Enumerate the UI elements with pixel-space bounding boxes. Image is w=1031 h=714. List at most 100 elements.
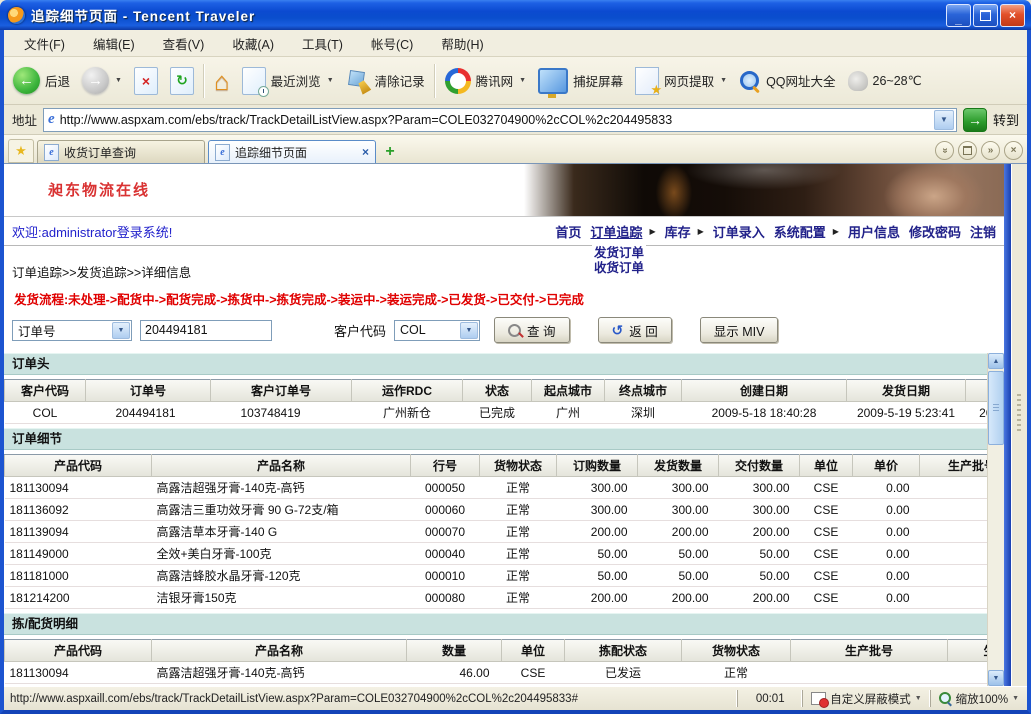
tab[interactable]: e 追踪细节页面 ×	[208, 140, 376, 163]
table-cell: CSE	[502, 662, 565, 684]
web-extract-button[interactable]: 网页提取 ▼	[632, 65, 730, 97]
stop-button[interactable]: ×	[131, 65, 161, 97]
minimize-button[interactable]: _	[946, 4, 971, 27]
query-label: 查 询	[527, 321, 555, 340]
order-header-section-title: 订单头	[4, 353, 987, 375]
address-bar: 地址 e http://www.aspxam.com/ebs/track/Tra…	[4, 105, 1027, 135]
table-cell: 0.00	[853, 521, 920, 543]
menu-item[interactable]: 工具(T)	[288, 31, 357, 56]
table-row[interactable]: 181130094高露洁超强牙膏-140克-高钙254.00CSE已发运正常20…	[5, 684, 1005, 687]
chevron-down-icon: ▼	[940, 115, 948, 124]
table-row[interactable]: 181181000高露洁蜂胶水晶牙膏-120克000010正常50.0050.0…	[5, 565, 1005, 587]
close-tab-button[interactable]: ×	[1004, 141, 1023, 160]
table-cell: 正常	[682, 662, 791, 684]
nav-item-label: 系统配置	[774, 222, 826, 241]
menu-item[interactable]: 收藏(A)	[218, 31, 288, 56]
tabs: e 收货订单查询 × e 追踪细节页面 ×	[37, 140, 376, 163]
recent-history-button[interactable]: 最近浏览 ▼	[239, 65, 337, 97]
menu-item[interactable]: 文件(F)	[10, 31, 79, 56]
scroll-up-button[interactable]: ▲	[988, 353, 1004, 369]
query-button[interactable]: 查 询	[494, 317, 569, 343]
address-input[interactable]: e http://www.aspxam.com/ebs/track/TrackD…	[43, 108, 957, 132]
table-cell: 正常	[480, 477, 557, 499]
recent-history-icon	[242, 67, 266, 95]
stop-icon: ×	[134, 67, 158, 95]
chevrons-right-icon: »	[988, 145, 994, 156]
customer-code-select[interactable]: COL ▼	[394, 320, 480, 341]
search-icon	[739, 70, 761, 92]
go-button[interactable]: →	[963, 108, 987, 132]
return-button[interactable]: ↺ 返 回	[598, 317, 672, 343]
order-number-input[interactable]	[140, 320, 272, 341]
table-row[interactable]: 181139094高露洁草本牙膏-140 G000070正常200.00200.…	[5, 521, 1005, 543]
restore-button[interactable]	[973, 4, 998, 27]
column-header: 终点城市	[605, 380, 682, 402]
popup-block-mode[interactable]: 自定义屏蔽模式 ▼	[802, 690, 929, 707]
table-row[interactable]: 181214200洁银牙膏150克000080正常200.00200.00200…	[5, 587, 1005, 609]
table-cell: 204494181	[86, 402, 211, 424]
refresh-button[interactable]: ↻	[167, 65, 197, 97]
nav-item[interactable]: 订单追踪 ▶	[590, 222, 655, 241]
table-cell: 已发运	[565, 662, 682, 684]
tencent-site-button[interactable]: 腾讯网 ▼	[442, 66, 529, 96]
table-cell: 181130094	[5, 684, 152, 687]
table-cell: 50.00	[638, 565, 719, 587]
table-row[interactable]: 181130094高露洁超强牙膏-140克-高钙000050正常300.0030…	[5, 477, 1005, 499]
nav-item[interactable]: 库存 ▶	[665, 222, 704, 241]
capture-screen-button[interactable]: 捕捉屏幕	[535, 66, 626, 96]
scrollbar-track[interactable]	[988, 369, 1004, 670]
zoom-control[interactable]: 缩放100% ▼	[930, 690, 1027, 707]
nav-item[interactable]: 用户信息	[848, 222, 900, 241]
search-field-select[interactable]: 订单号 ▼	[12, 320, 132, 341]
table-row[interactable]: 181130094高露洁超强牙膏-140克-高钙46.00CSE已发运正常200…	[5, 662, 1005, 684]
side-rail	[1004, 164, 1027, 686]
menu-item[interactable]: 编辑(E)	[79, 31, 149, 56]
nav-item[interactable]: 系统配置 ▶	[774, 222, 839, 241]
submenu-item[interactable]: 发货订单	[594, 246, 644, 261]
vertical-scrollbar[interactable]: ▲ ▼	[987, 353, 1004, 686]
block-mode-label: 自定义屏蔽模式	[830, 691, 911, 707]
submenu-item[interactable]: 收货订单	[594, 261, 644, 276]
table-cell: 200.00	[638, 587, 719, 609]
qq-sites-button[interactable]: QQ网址大全	[736, 68, 838, 94]
breadcrumb: 订单追踪>>发货追踪>>详细信息	[12, 262, 1004, 281]
scrollbar-thumb[interactable]	[988, 371, 1004, 445]
side-panel-handle[interactable]	[1011, 164, 1027, 686]
clear-history-button[interactable]: 清除记录	[343, 67, 428, 95]
nav-item[interactable]: 注销	[970, 222, 996, 241]
tab[interactable]: e 收货订单查询 ×	[37, 140, 205, 163]
nav-item[interactable]: 修改密码	[909, 222, 961, 241]
weather-widget[interactable]: 26~28℃	[845, 69, 925, 93]
menu-item[interactable]: 帮助(H)	[427, 31, 497, 56]
table-row[interactable]: 181149000全效+美白牙膏-100克000040正常50.0050.005…	[5, 543, 1005, 565]
forward-dropdown-icon[interactable]: ▼	[115, 77, 122, 84]
window-mode-button[interactable]	[958, 141, 977, 160]
show-miv-button[interactable]: 显示 MIV	[700, 317, 779, 343]
menu-item[interactable]: 查看(V)	[149, 31, 219, 56]
close-button[interactable]: ×	[1000, 4, 1025, 27]
tab-close-icon[interactable]: ×	[362, 145, 369, 159]
nav-item[interactable]: 订单录入	[713, 222, 765, 241]
favorites-button[interactable]: ★	[8, 139, 34, 163]
scroll-down-button[interactable]: ▼	[988, 670, 1004, 686]
table-cell: CSE	[800, 543, 853, 565]
extract-dropdown-icon[interactable]: ▼	[720, 77, 727, 84]
up-arrow-icon: ▲	[993, 358, 1000, 365]
address-dropdown-button[interactable]: ▼	[934, 110, 954, 130]
back-button[interactable]: ← 后退	[10, 65, 73, 96]
table-row[interactable]: COL204494181103748419广州新仓已完成广州深圳2009-5-1…	[5, 402, 1005, 424]
order-header-table: 客户代码订单号客户订单号运作RDC状态起点城市终点城市创建日期发货日期交付日期C…	[4, 379, 1004, 424]
close-icon: ×	[1011, 145, 1017, 156]
recent-dropdown-icon[interactable]: ▼	[327, 77, 334, 84]
menu-item[interactable]: 帐号(C)	[357, 31, 427, 56]
home-button[interactable]: ⌂	[211, 66, 233, 96]
table-row[interactable]: 181136092高露洁三重功效牙膏 90 G-72支/箱000060正常300…	[5, 499, 1005, 521]
minimize-icon: _	[955, 12, 962, 26]
new-tab-button[interactable]: +	[379, 141, 401, 163]
nav-item[interactable]: 首页	[555, 222, 581, 241]
forward-button[interactable]: → ▼	[79, 65, 125, 96]
tab-list-button[interactable]: »	[935, 141, 954, 160]
tencent-dropdown-icon[interactable]: ▼	[519, 77, 526, 84]
tab-scroll-button[interactable]: »	[981, 141, 1000, 160]
title-bar[interactable]: 追踪细节页面 - Tencent Traveler _ ×	[0, 0, 1031, 30]
